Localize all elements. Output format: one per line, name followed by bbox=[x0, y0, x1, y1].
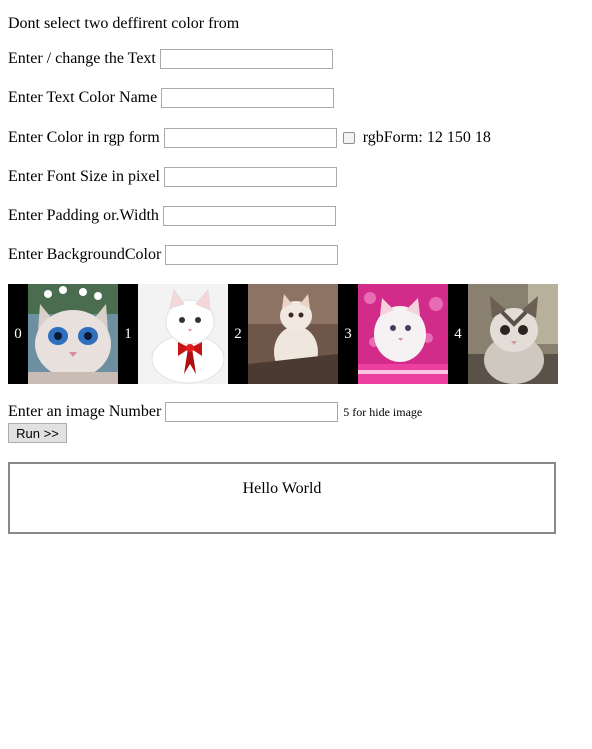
kitten-blue-eyes-image bbox=[28, 284, 118, 384]
gallery-item: 4 bbox=[448, 284, 558, 384]
rgb-input[interactable] bbox=[163, 128, 337, 148]
image-number-row: Enter an image Number 5 for hide image bbox=[8, 401, 422, 423]
bg-color-label: Enter BackgroundColor bbox=[8, 246, 162, 263]
image-number-label: Enter an image Number bbox=[8, 403, 162, 420]
image-index: 4 bbox=[454, 325, 462, 342]
bg-color-row: Enter BackgroundColor bbox=[8, 244, 339, 266]
image-index: 2 bbox=[234, 325, 242, 342]
text-row: Enter / change the Text bbox=[8, 48, 333, 70]
gallery-item: 1 bbox=[118, 284, 228, 384]
rgb-checkbox-label: rgbForm: 12 150 18 bbox=[362, 129, 491, 146]
font-size-input[interactable] bbox=[163, 167, 337, 187]
padding-row: Enter Padding or.Width bbox=[8, 205, 336, 227]
color-name-label: Enter Text Color Name bbox=[8, 89, 158, 106]
padding-input[interactable] bbox=[162, 206, 336, 226]
image-index: 3 bbox=[344, 325, 352, 342]
image-number-hint: 5 for hide image bbox=[343, 404, 423, 419]
image-number-input[interactable] bbox=[165, 402, 339, 422]
gallery-item: 0 bbox=[8, 284, 118, 384]
preview-box: Hello World bbox=[8, 462, 556, 534]
kitten-sitting-image bbox=[248, 284, 338, 384]
bg-color-input[interactable] bbox=[165, 245, 339, 265]
text-input[interactable] bbox=[159, 49, 333, 69]
gallery-item: 3 bbox=[338, 284, 448, 384]
run-button[interactable]: Run >> bbox=[8, 423, 67, 443]
intro-text: Dont select two deffirent color from bbox=[8, 15, 240, 32]
image-gallery: 0 1 2 3 4 bbox=[8, 284, 558, 384]
font-size-row: Enter Font Size in pixel bbox=[8, 166, 337, 188]
rgb-label: Enter Color in rgp form bbox=[8, 129, 160, 146]
padding-label: Enter Padding or.Width bbox=[8, 207, 159, 224]
gallery-item: 2 bbox=[228, 284, 338, 384]
preview-text: Hello World bbox=[242, 480, 322, 497]
kitten-red-bow-image bbox=[138, 284, 228, 384]
rgb-form-checkbox[interactable] bbox=[342, 132, 355, 144]
text-label: Enter / change the Text bbox=[8, 50, 156, 67]
color-name-input[interactable] bbox=[161, 88, 335, 108]
kitten-pink-background-image bbox=[358, 284, 448, 384]
tabby-cat-image bbox=[468, 284, 558, 384]
font-size-label: Enter Font Size in pixel bbox=[8, 168, 160, 185]
image-index: 0 bbox=[14, 325, 22, 342]
color-name-row: Enter Text Color Name bbox=[8, 87, 335, 109]
image-index: 1 bbox=[124, 325, 132, 342]
rgb-row: Enter Color in rgp form rgbForm: 12 150 … bbox=[8, 127, 491, 149]
